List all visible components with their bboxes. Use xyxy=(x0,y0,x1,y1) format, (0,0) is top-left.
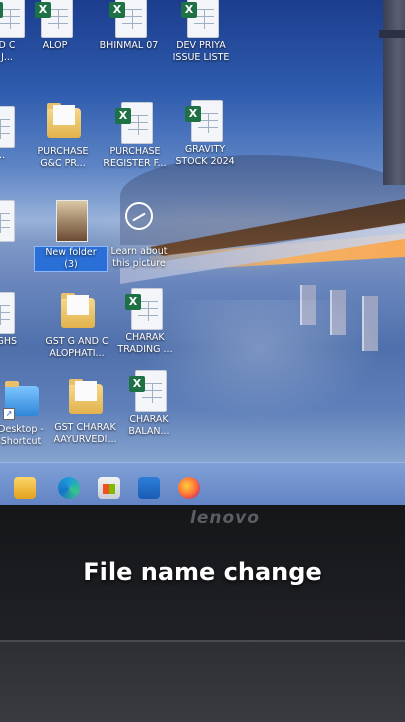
desktop-icon-label: LY RGHS xyxy=(0,336,17,347)
brand-logo: lenovo xyxy=(190,508,260,528)
excel-file-icon: X xyxy=(115,100,155,144)
shortcut-arrow-icon: ↗ xyxy=(3,408,15,420)
desktop-icon-alop[interactable]: X ALOP xyxy=(18,0,92,52)
desktop-icon-charak-balan[interactable]: X CHARAK BALAN... xyxy=(112,368,186,438)
desktop-icon-purchase-register[interactable]: X PURCHASE REGISTER F... xyxy=(98,100,172,170)
excel-file-icon: X xyxy=(129,368,169,412)
desktop-icon-dev-priya[interactable]: X DEV PRIYA ISSUE LISTE xyxy=(164,0,238,64)
edge-icon[interactable] xyxy=(58,477,80,499)
folder-icon xyxy=(43,100,83,144)
photo-folder-icon xyxy=(51,200,91,244)
spotlight-icon xyxy=(119,200,159,244)
desktop-icon-label: GST CHARAK AAYURVEDI... xyxy=(53,422,117,445)
excel-file-icon: X xyxy=(0,104,17,148)
folder-icon xyxy=(57,290,97,334)
firefox-icon[interactable] xyxy=(178,477,200,499)
desktop-icon-label: CHARAK TRADING ... xyxy=(117,332,173,355)
desktop-icon-rghs[interactable]: X LY RGHS xyxy=(0,290,34,348)
excel-file-icon: X xyxy=(0,290,17,334)
excel-file-icon: X xyxy=(125,286,165,330)
desktop-icon-learn-about-picture[interactable]: Learn about this picture xyxy=(102,200,176,270)
keyboard-edge xyxy=(0,640,405,722)
desktop-icon-label: PURCHASE REGISTER F... xyxy=(103,146,167,169)
desktop-icon-bhinmal[interactable]: X BHINMAL 07 xyxy=(92,0,166,52)
folder-icon xyxy=(65,376,105,420)
desktop-screen: X D C J... X ALOP X BHINMAL 07 X DEV PRI… xyxy=(0,0,405,512)
excel-file-icon: X xyxy=(109,0,149,38)
desktop-icon-charak-trading[interactable]: X CHARAK TRADING ... xyxy=(108,286,182,356)
desktop-icon-label: Learn about this picture xyxy=(110,246,168,269)
mail-icon[interactable] xyxy=(138,477,160,499)
background-tower xyxy=(379,0,405,185)
desktop-icon-label: DEV PRIYA ISSUE LISTE xyxy=(172,40,230,63)
desktop-icon-label: PURCHASE G&C PR... xyxy=(37,146,89,169)
desktop-icon-label: BHINMAL 07 xyxy=(99,40,159,51)
desktop-icon-gravity-stock[interactable]: X GRAVITY STOCK 2024 xyxy=(168,98,242,168)
desktop-icon-label: GST G AND C ALOPHATI... xyxy=(45,336,109,359)
desktop-icon-excel[interactable]: X xyxy=(0,198,34,242)
desktop-icon-gst-gc[interactable]: GST G AND C ALOPHATI... xyxy=(40,290,114,360)
desktop-icon-label: CHARAK BALAN... xyxy=(128,414,170,437)
rename-field[interactable]: New folder (3) xyxy=(34,246,108,272)
desktop-icon-label: GRAVITY STOCK 2024 xyxy=(175,144,235,167)
excel-file-icon: X xyxy=(35,0,75,38)
store-icon[interactable] xyxy=(98,477,120,499)
shortcut-icon: ↗ xyxy=(1,378,41,422)
desktop-icon-new-folder-selected[interactable]: New folder (3) xyxy=(34,200,108,272)
desktop-icon-gst-charak[interactable]: GST CHARAK AAYURVEDI... xyxy=(48,376,122,446)
desktop-icon-label: ALOP xyxy=(42,40,68,51)
desktop-icon-purchase-gc[interactable]: PURCHASE G&C PR... xyxy=(26,100,100,170)
excel-file-icon: X xyxy=(185,98,225,142)
excel-file-icon: X xyxy=(0,198,17,242)
video-caption: File name change xyxy=(83,558,322,586)
excel-file-icon: X xyxy=(181,0,221,38)
file-explorer-icon[interactable] xyxy=(14,477,36,499)
